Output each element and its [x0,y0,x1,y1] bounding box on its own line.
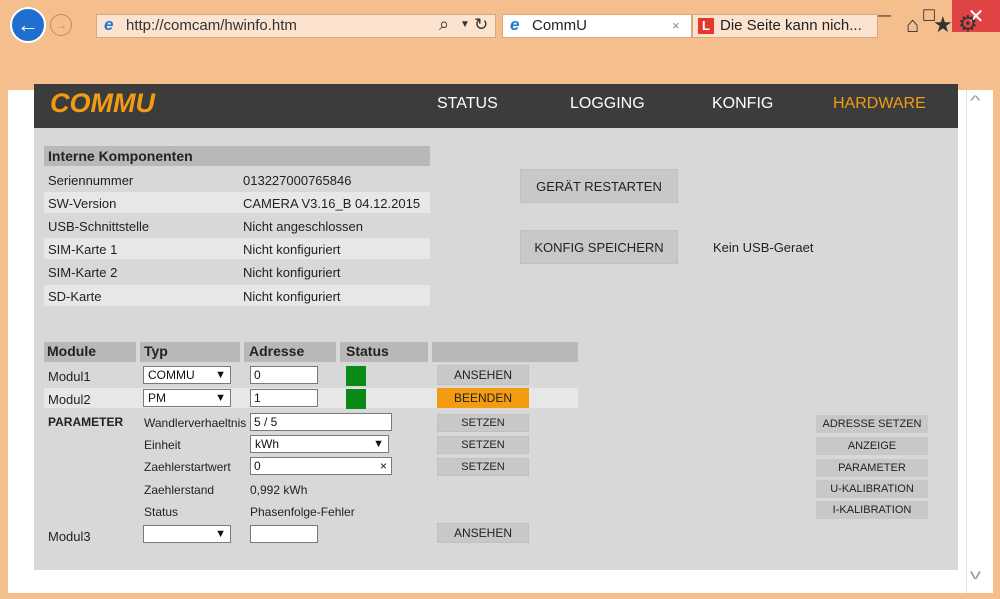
address-input[interactable]: 0 [250,366,318,384]
browser-logo-icon: e [510,15,520,34]
arrow-left-icon: ← [17,12,39,37]
column-header-bg [432,342,578,362]
clear-icon[interactable]: × [380,458,387,474]
info-value: Nicht konfiguriert [243,289,341,304]
info-label: SIM-Karte 1 [48,242,118,257]
unit-select[interactable]: kWh ▼ [250,435,389,453]
forward-button[interactable]: → [50,14,72,36]
param-label: Wandlerverhaeltnis [144,416,247,430]
gear-icon[interactable]: ⚙ [958,11,978,37]
ratio-input[interactable]: 5 / 5 [250,413,392,431]
home-icon[interactable]: ⌂ [906,12,919,38]
info-value: Nicht konfiguriert [243,265,341,280]
view-button[interactable]: ANSEHEN [437,523,529,543]
nav-logging[interactable]: LOGGING [570,95,645,113]
i-calibration-button[interactable]: I-KALIBRATION [816,501,928,519]
info-label: Seriennummer [48,173,134,188]
window-frame [992,90,1000,599]
info-label: USB-Schnittstelle [48,219,150,234]
column-header-module: Module [47,343,96,359]
info-label: SD-Karte [48,289,102,304]
dropdown-icon[interactable]: ▼ [460,19,470,30]
type-select[interactable]: COMMU ▼ [143,366,231,384]
restart-button[interactable]: GERÄT RESTARTEN [520,169,678,203]
address-input[interactable] [250,525,318,543]
status-indicator [346,366,366,386]
set-button[interactable]: SETZEN [437,436,529,454]
arrow-right-icon: → [55,18,67,32]
section-title: Interne Komponenten [48,148,193,164]
url-text[interactable]: http://comcam/hwinfo.htm [126,17,297,34]
address-input[interactable]: 1 [250,389,318,407]
usb-status-text: Kein USB-Geraet [713,240,814,255]
stop-button[interactable]: BEENDEN [437,388,529,408]
param-label: Zaehlerstartwert [144,460,231,474]
chevron-down-icon: ▼ [373,438,384,450]
set-button[interactable]: SETZEN [437,458,529,476]
view-button[interactable]: ANSEHEN [437,365,529,385]
set-address-button[interactable]: ADRESSE SETZEN [816,415,928,433]
select-value: PM [148,391,166,405]
parameter-title: PARAMETER [48,415,124,429]
info-label: SW-Version [48,196,117,211]
close-tab-icon[interactable]: × [672,18,680,33]
param-value: Phasenfolge-Fehler [250,505,355,519]
column-header-type: Typ [144,343,168,359]
info-value: Nicht angeschlossen [243,219,363,234]
status-indicator [346,389,366,409]
scroll-up-icon[interactable]: ^ [970,92,981,108]
param-label: Status [144,505,179,519]
back-button[interactable]: ← [10,7,46,43]
scrollbar[interactable] [966,90,993,593]
save-config-button[interactable]: KONFIG SPEICHERN [520,230,678,264]
scroll-down-icon[interactable]: v [970,566,981,582]
set-button[interactable]: SETZEN [437,414,529,432]
parameter-button[interactable]: PARAMETER [816,459,928,477]
info-value: Nicht konfiguriert [243,242,341,257]
column-header-status: Status [346,343,389,359]
browser-logo-icon: e [104,15,114,34]
row-stripe [44,285,430,306]
param-label: Zaehlerstand [144,483,215,497]
refresh-icon[interactable]: ↻ [474,15,488,35]
search-icon[interactable]: ⌕ [439,14,449,35]
info-value: CAMERA V3.16_B 04.12.2015 [243,196,421,211]
app-logo: COMMU [50,88,155,118]
module-name: Modul1 [48,369,91,384]
module-name: Modul2 [48,392,91,407]
nav-konfig[interactable]: KONFIG [712,95,773,113]
tab-commu[interactable] [502,14,692,38]
chevron-down-icon: ▼ [215,528,226,540]
chevron-down-icon: ▼ [215,369,226,381]
info-label: SIM-Karte 2 [48,265,118,280]
param-value: 0,992 kWh [250,483,308,497]
column-header-address: Adresse [249,343,305,359]
param-label: Einheit [144,438,181,452]
tab-label: CommU [532,17,587,34]
module-name: Modul3 [48,529,91,544]
select-value: kWh [255,437,279,451]
chevron-down-icon: ▼ [215,392,226,404]
site-favicon-icon: L [698,18,714,34]
select-value: COMMU [148,368,195,382]
info-value: 013227000765846 [243,173,352,188]
nav-hardware[interactable]: HARDWARE [833,95,926,113]
type-select[interactable]: ▼ [143,525,231,543]
tab-label: Die Seite kann nich... [720,17,862,34]
input-value: 0 [254,459,261,473]
nav-status[interactable]: STATUS [437,95,498,113]
window-frame [0,593,1000,599]
start-value-input[interactable]: 0 × [250,457,392,475]
star-icon[interactable]: ★ [933,12,953,38]
window-frame [0,90,8,599]
display-button[interactable]: ANZEIGE [816,437,928,455]
browser-toolbar [0,40,1000,90]
u-calibration-button[interactable]: U-KALIBRATION [816,480,928,498]
type-select[interactable]: PM ▼ [143,389,231,407]
